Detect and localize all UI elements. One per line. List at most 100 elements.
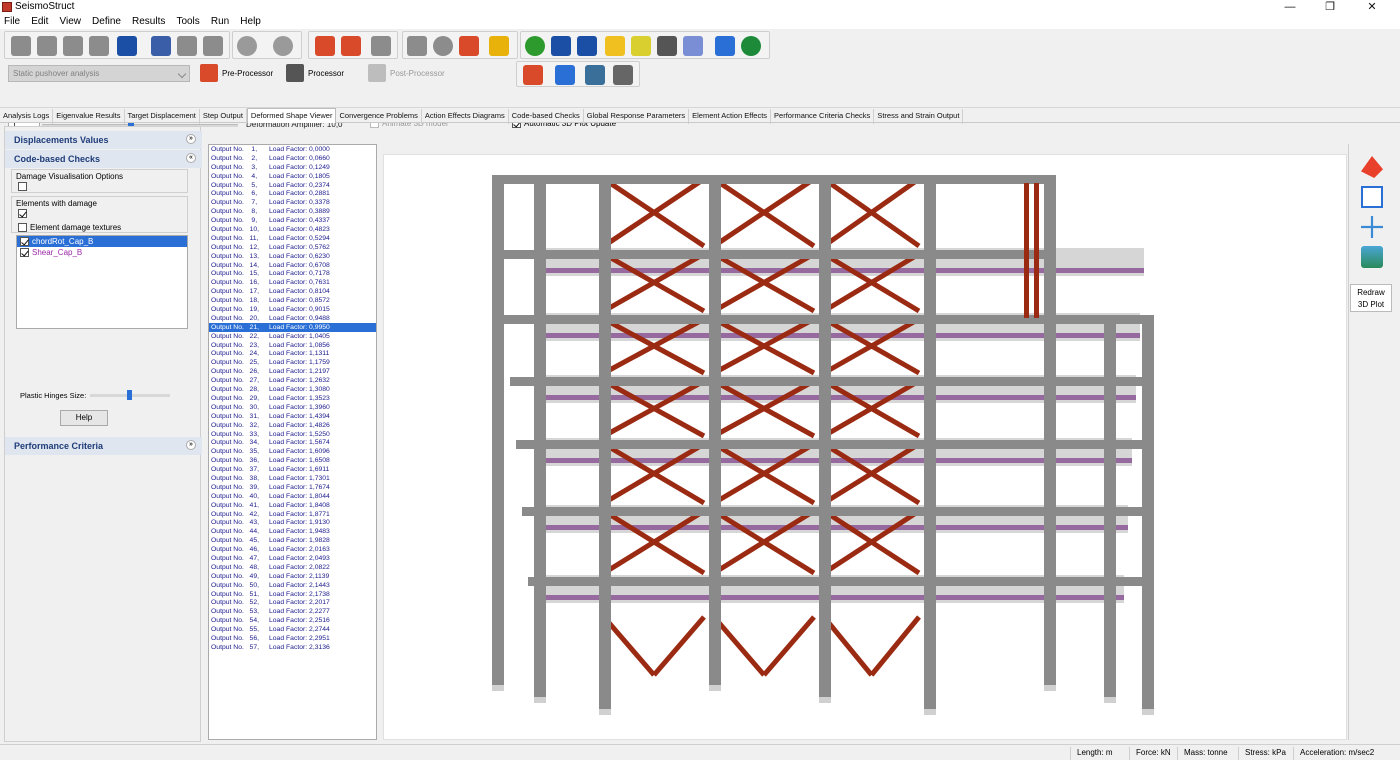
output-row[interactable]: Output No. 9, Load Factor: 0,4337 <box>209 216 376 225</box>
output-row[interactable]: Output No. 19, Load Factor: 0,9015 <box>209 305 376 314</box>
element-damage-textures-option[interactable]: Element damage textures <box>18 223 121 232</box>
checklist-icon[interactable] <box>1361 186 1383 208</box>
output-row[interactable]: Output No. 57, Load Factor: 2,3136 <box>209 643 376 652</box>
minimize-button[interactable]: — <box>1270 0 1310 15</box>
output-row[interactable]: Output No. 30, Load Factor: 1,3960 <box>209 403 376 412</box>
notes-icon[interactable] <box>631 36 651 56</box>
output-row[interactable]: Output No. 40, Load Factor: 1,8044 <box>209 492 376 501</box>
tab-code-based-checks[interactable]: Code-based Checks <box>509 109 584 124</box>
output-row[interactable]: Output No. 52, Load Factor: 2,2017 <box>209 598 376 607</box>
output-row[interactable]: Output No. 56, Load Factor: 2,2951 <box>209 634 376 643</box>
close-button[interactable]: ✕ <box>1352 0 1392 15</box>
maximize-button[interactable]: ❐ <box>1310 0 1350 15</box>
menu-file[interactable]: File <box>0 15 24 29</box>
output-row[interactable]: Output No. 27, Load Factor: 1,2632 <box>209 376 376 385</box>
help-icon[interactable] <box>525 36 545 56</box>
output-row[interactable]: Output No. 41, Load Factor: 1,8408 <box>209 501 376 510</box>
plastic-hinges-slider-thumb[interactable] <box>127 390 132 400</box>
menu-tools[interactable]: Tools <box>172 15 203 29</box>
output-row[interactable]: Output No. 31, Load Factor: 1,4394 <box>209 412 376 421</box>
axes-icon[interactable] <box>1361 216 1383 238</box>
wrench-icon[interactable] <box>89 36 109 56</box>
model-view-icon[interactable] <box>315 36 335 56</box>
output-list[interactable]: Output No. 1, Load Factor: 0,0000 Output N… <box>208 144 377 740</box>
tab-element-action-effects[interactable]: Element Action Effects <box>689 109 772 124</box>
3d-viewport[interactable] <box>383 154 1347 740</box>
output-row[interactable]: Output No. 14, Load Factor: 0,6708 <box>209 261 376 270</box>
output-row[interactable]: Output No. 33, Load Factor: 1,5250 <box>209 430 376 439</box>
menu-define[interactable]: Define <box>88 15 125 29</box>
output-row[interactable]: Output No. 39, Load Factor: 1,7674 <box>209 483 376 492</box>
edit-icon[interactable] <box>715 36 735 56</box>
output-row[interactable]: Output No. 3, Load Factor: 0,1249 <box>209 163 376 172</box>
copy-icon[interactable] <box>177 36 197 56</box>
output-row[interactable]: Output No. 16, Load Factor: 0,7631 <box>209 278 376 287</box>
damage-vis-checkbox[interactable] <box>18 182 27 191</box>
output-row[interactable]: Output No. 50, Load Factor: 2,1443 <box>209 581 376 590</box>
output-row[interactable]: Output No. 13, Load Factor: 0,6230 <box>209 252 376 261</box>
redo-icon[interactable] <box>273 36 293 56</box>
output-row[interactable]: Output No. 20, Load Factor: 0,9488 <box>209 314 376 323</box>
output-row[interactable]: Output No. 11, Load Factor: 0,5294 <box>209 234 376 243</box>
analysis-type-select[interactable]: Static pushover analysis <box>8 65 190 82</box>
output-row[interactable]: Output No. 2, Load Factor: 0,0660 <box>209 154 376 163</box>
chip-icon[interactable] <box>585 65 605 85</box>
tab-step-output[interactable]: Step Output <box>200 109 247 124</box>
output-row[interactable]: Output No. 17, Load Factor: 0,8104 <box>209 287 376 296</box>
output-row[interactable]: Output No. 38, Load Factor: 1,7301 <box>209 474 376 483</box>
output-row[interactable]: Output No. 1, Load Factor: 0,0000 <box>209 145 376 154</box>
open-file-icon[interactable] <box>37 36 57 56</box>
tab-global-response-parameters[interactable]: Global Response Parameters <box>584 109 690 124</box>
expand-chevron-icon[interactable]: » <box>186 440 196 450</box>
chordrot-checkbox[interactable] <box>20 237 29 246</box>
square-icon[interactable] <box>407 36 427 56</box>
output-row[interactable]: Output No. 29, Load Factor: 1,3523 <box>209 394 376 403</box>
tab-eigenvalue-results[interactable]: Eigenvalue Results <box>53 109 125 124</box>
building-3d-model[interactable] <box>384 155 1347 740</box>
output-row[interactable]: Output No. 37, Load Factor: 1,6911 <box>209 465 376 474</box>
checklist-icon[interactable] <box>555 65 575 85</box>
output-row[interactable]: Output No. 22, Load Factor: 1,0405 <box>209 332 376 341</box>
output-row[interactable]: Output No. 10, Load Factor: 0,4823 <box>209 225 376 234</box>
film-icon[interactable] <box>657 36 677 56</box>
output-row[interactable]: Output No. 53, Load Factor: 2,2277 <box>209 607 376 616</box>
output-row[interactable]: Output No. 21, Load Factor: 0,9950 <box>209 322 376 332</box>
brush-icon[interactable] <box>489 36 509 56</box>
tab-target-displacement[interactable]: Target Displacement <box>125 109 200 124</box>
output-row[interactable]: Output No. 54, Load Factor: 2,2516 <box>209 616 376 625</box>
menu-edit[interactable]: Edit <box>27 15 52 29</box>
output-row[interactable]: Output No. 12, Load Factor: 0,5762 <box>209 243 376 252</box>
save-icon[interactable] <box>117 36 137 56</box>
tab-analysis-logs[interactable]: Analysis Logs <box>0 109 54 124</box>
output-row[interactable]: Output No. 7, Load Factor: 0,3378 <box>209 198 376 207</box>
open-folder-icon[interactable] <box>63 36 83 56</box>
menu-help[interactable]: Help <box>236 15 265 29</box>
output-row[interactable]: Output No. 34, Load Factor: 1,5674 <box>209 438 376 447</box>
structure-icon[interactable] <box>459 36 479 56</box>
undo-icon[interactable] <box>237 36 257 56</box>
processor-button[interactable]: Processor <box>286 62 344 84</box>
output-row[interactable]: Output No. 51, Load Factor: 2,1738 <box>209 590 376 599</box>
output-row[interactable]: Output No. 4, Load Factor: 0,1805 <box>209 172 376 181</box>
globe-icon[interactable] <box>741 36 761 56</box>
tab-stress-strain-output[interactable]: Stress and Strain Output <box>874 109 964 124</box>
output-row[interactable]: Output No. 44, Load Factor: 1,9483 <box>209 527 376 536</box>
elements-damage-checkbox[interactable] <box>18 209 27 218</box>
output-row[interactable]: Output No. 8, Load Factor: 0,3889 <box>209 207 376 216</box>
redraw-3d-plot-button[interactable]: Redraw 3D Plot <box>1350 284 1392 312</box>
output-row[interactable]: Output No. 43, Load Factor: 1,9130 <box>209 518 376 527</box>
tab-deformed-shape-viewer[interactable]: Deformed Shape Viewer <box>246 108 337 123</box>
video-icon[interactable] <box>613 65 633 85</box>
output-row[interactable]: Output No. 42, Load Factor: 1,8771 <box>209 510 376 519</box>
output-row[interactable]: Output No. 23, Load Factor: 1,0856 <box>209 341 376 350</box>
menu-view[interactable]: View <box>55 15 85 29</box>
collapse-chevron-icon[interactable]: « <box>186 153 196 163</box>
output-row[interactable]: Output No. 26, Load Factor: 1,2197 <box>209 367 376 376</box>
output-row[interactable]: Output No. 47, Load Factor: 2,0493 <box>209 554 376 563</box>
output-row[interactable]: Output No. 36, Load Factor: 1,6508 <box>209 456 376 465</box>
gear-icon[interactable] <box>433 36 453 56</box>
expand-chevron-icon[interactable]: » <box>186 134 196 144</box>
damage-item-shear[interactable]: Shear_Cap_B <box>17 247 187 258</box>
new-file-icon[interactable] <box>11 36 31 56</box>
output-row[interactable]: Output No. 45, Load Factor: 1,9828 <box>209 536 376 545</box>
